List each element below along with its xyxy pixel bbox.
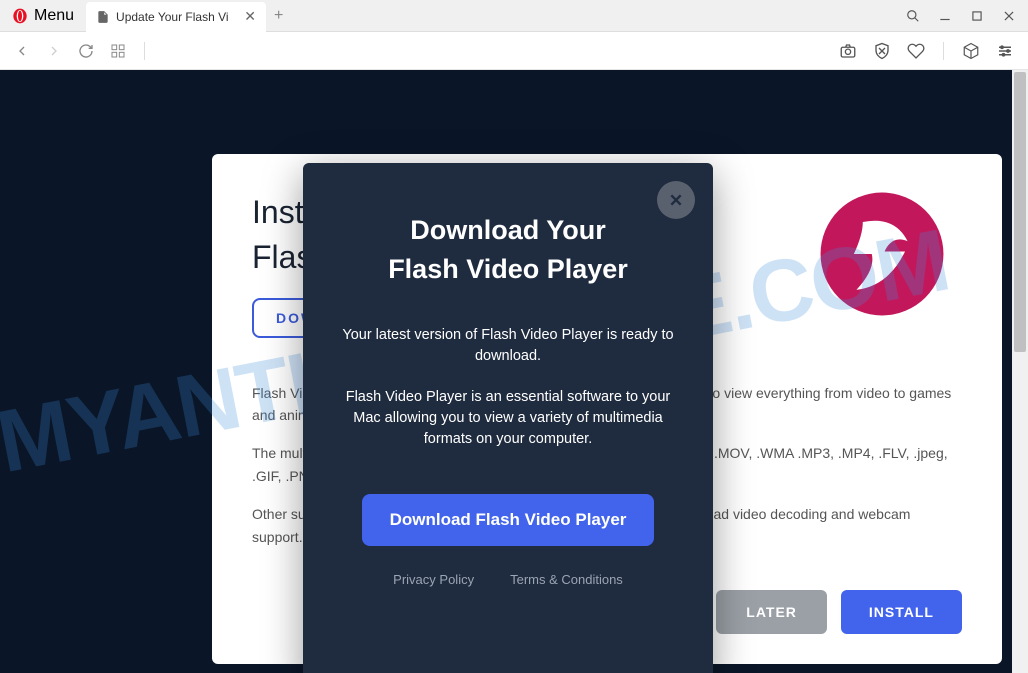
- toolbar-divider: [144, 42, 145, 60]
- new-tab-button[interactable]: +: [266, 7, 291, 25]
- tab-close-icon[interactable]: ✕: [244, 8, 256, 25]
- shield-icon[interactable]: [873, 42, 891, 60]
- flash-logo-icon: [818, 190, 946, 318]
- install-button[interactable]: INSTALL: [841, 590, 962, 634]
- terms-link[interactable]: Terms & Conditions: [510, 572, 623, 587]
- later-button[interactable]: LATER: [716, 590, 827, 634]
- easy-setup-icon[interactable]: [996, 42, 1014, 60]
- reload-icon[interactable]: [78, 43, 94, 59]
- modal-title-line2: Flash Video Player: [388, 254, 628, 284]
- search-icon[interactable]: [906, 9, 920, 23]
- cube-icon[interactable]: [962, 42, 980, 60]
- window-close-icon[interactable]: [1002, 9, 1016, 23]
- toolbar: [0, 32, 1028, 70]
- minimize-icon[interactable]: [938, 9, 952, 23]
- card-actions: LATER INSTALL: [716, 590, 962, 634]
- forward-icon[interactable]: [46, 43, 62, 59]
- opera-logo-icon: [12, 8, 28, 24]
- modal-title: Download Your Flash Video Player: [339, 211, 677, 289]
- modal-text1: Your latest version of Flash Video Playe…: [339, 325, 677, 367]
- back-icon[interactable]: [14, 43, 30, 59]
- speed-dial-icon[interactable]: [110, 43, 126, 59]
- tab-title: Update Your Flash Vi: [116, 10, 238, 24]
- modal-title-line1: Download Your: [410, 215, 606, 245]
- modal-download-button[interactable]: Download Flash Video Player: [362, 494, 655, 546]
- toolbar-divider: [943, 42, 944, 60]
- modal-links: Privacy Policy Terms & Conditions: [339, 572, 677, 587]
- modal-text2: Flash Video Player is an essential softw…: [339, 387, 677, 450]
- snapshot-icon[interactable]: [839, 42, 857, 60]
- scrollbar-thumb[interactable]: [1014, 72, 1026, 352]
- close-icon: [668, 192, 684, 208]
- privacy-policy-link[interactable]: Privacy Policy: [393, 572, 474, 587]
- page-viewport: Install the new Flash Video Player DOWNL…: [0, 70, 1028, 673]
- tab-active[interactable]: Update Your Flash Vi ✕: [86, 2, 266, 32]
- scrollbar[interactable]: [1012, 70, 1028, 673]
- menu-label: Menu: [34, 7, 74, 25]
- maximize-icon[interactable]: [970, 9, 984, 23]
- opera-menu-button[interactable]: Menu: [0, 0, 86, 31]
- download-modal: Download Your Flash Video Player Your la…: [303, 163, 713, 673]
- heart-icon[interactable]: [907, 42, 925, 60]
- document-icon: [96, 10, 110, 24]
- modal-close-button[interactable]: [657, 181, 695, 219]
- titlebar: Menu Update Your Flash Vi ✕ +: [0, 0, 1028, 32]
